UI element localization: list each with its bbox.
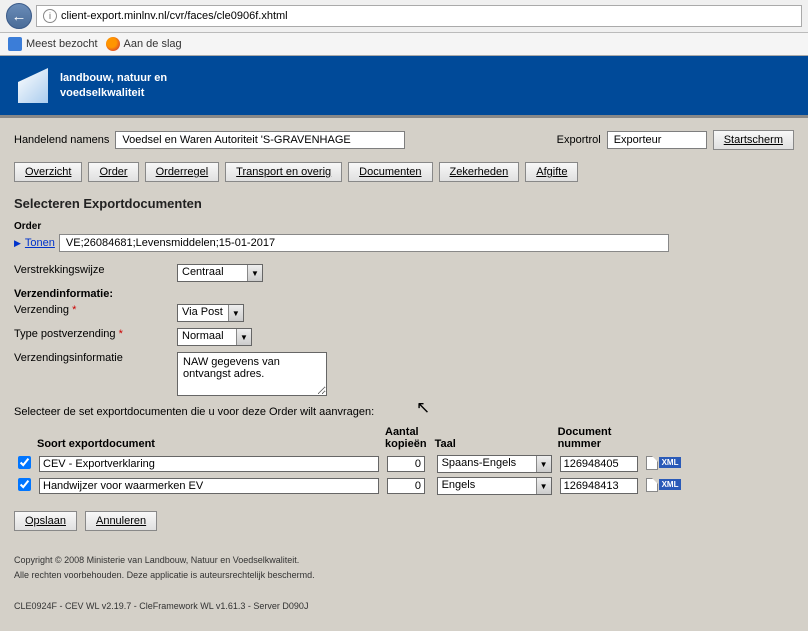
chevron-down-icon: ▼ — [228, 305, 243, 321]
handelend-value: Voedsel en Waren Autoriteit 'S-GRAVENHAG… — [115, 131, 405, 149]
verzendinfo-textarea[interactable]: NAW gegevens van ontvangst adres. — [177, 352, 327, 396]
chevron-down-icon: ▼ — [247, 265, 262, 281]
verzending-select[interactable]: Via Post ▼ — [177, 304, 244, 322]
back-button[interactable]: ← — [6, 3, 32, 29]
order-row: ▶ Tonen VE;26084681;Levensmiddelen;15-01… — [14, 234, 794, 252]
expand-icon[interactable]: ▶ — [14, 238, 21, 249]
ministry-logo — [18, 68, 48, 103]
tab-documenten[interactable]: Documenten — [348, 162, 432, 182]
verstrek-select[interactable]: Centraal ▼ — [177, 264, 263, 282]
typepost-label: Type postverzending * — [14, 328, 169, 340]
typepost-row: Type postverzending * Normaal ▼ — [14, 328, 794, 346]
tab-order[interactable]: Order — [88, 162, 138, 182]
lang-select[interactable]: Spaans-Engels▼ — [437, 455, 552, 473]
verzending-row: Verzending * Via Post ▼ — [14, 304, 794, 322]
nav-tabs: Overzicht Order Orderregel Transport en … — [14, 162, 794, 182]
tab-orderregel[interactable]: Orderregel — [145, 162, 220, 182]
url-input[interactable]: i client-export.minlnv.nl/cvr/faces/cle0… — [36, 5, 802, 27]
bookmark-getting-started[interactable]: Aan de slag — [106, 37, 182, 51]
action-buttons: Opslaan Annuleren — [14, 511, 794, 531]
chevron-down-icon: ▼ — [536, 456, 551, 472]
startscherm-button[interactable]: Startscherm — [713, 130, 794, 150]
banner-line1: landbouw, natuur en — [60, 71, 167, 85]
page-content: Handelend namens Voedsel en Waren Autori… — [0, 115, 808, 626]
doc-name[interactable]: Handwijzer voor waarmerken EV — [39, 478, 379, 494]
xml-badge: XML — [659, 479, 682, 490]
order-section-label: Order — [14, 221, 794, 232]
verzendinfo-row: Verzendingsinformatie NAW gegevens van o… — [14, 352, 794, 396]
copies-input[interactable]: 0 — [387, 456, 425, 472]
row-checkbox[interactable] — [18, 478, 31, 491]
bookmark-label: Aan de slag — [124, 38, 182, 50]
docnum: 126948413 — [560, 478, 638, 494]
browser-chrome: ← i client-export.minlnv.nl/cvr/faces/cl… — [0, 0, 808, 56]
document-icon — [646, 478, 658, 492]
exportrol-value: Exporteur — [607, 131, 707, 149]
col-docnum: Documentnummer — [556, 424, 642, 453]
opslaan-button[interactable]: Opslaan — [14, 511, 77, 531]
annuleren-button[interactable]: Annuleren — [85, 511, 157, 531]
context-row: Handelend namens Voedsel en Waren Autori… — [14, 130, 794, 150]
tonen-link[interactable]: Tonen — [25, 237, 55, 249]
row-checkbox[interactable] — [18, 456, 31, 469]
url-bar: ← i client-export.minlnv.nl/cvr/faces/cl… — [0, 0, 808, 33]
bookmark-most-visited[interactable]: Meest bezocht — [8, 37, 98, 51]
lang-value: Spaans-Engels — [437, 455, 552, 473]
firefox-icon — [106, 37, 120, 51]
tab-zekerheden[interactable]: Zekerheden — [439, 162, 520, 182]
docnum: 126948405 — [560, 456, 638, 472]
banner-text: landbouw, natuur en voedselkwaliteit — [60, 71, 167, 100]
xml-link[interactable]: XML — [646, 456, 682, 470]
instruction-text: Selecteer de set exportdocumenten die u … — [14, 406, 794, 418]
col-soort: Soort exportdocument — [35, 424, 383, 453]
page-footer: Copyright © 2008 Ministerie van Landbouw… — [14, 553, 794, 614]
lang-select[interactable]: Engels▼ — [437, 477, 552, 495]
exportrol-label: Exportrol — [557, 134, 601, 146]
document-icon — [646, 456, 658, 470]
col-taal: Taal — [433, 424, 556, 453]
footer-version: CLE0924F - CEV WL v2.19.7 - CleFramework… — [14, 599, 794, 614]
copies-input[interactable]: 0 — [387, 478, 425, 494]
verzending-label: Verzending * — [14, 304, 169, 316]
chevron-down-icon: ▼ — [236, 329, 251, 345]
chevron-down-icon: ▼ — [536, 478, 551, 494]
tab-transport[interactable]: Transport en overig — [225, 162, 342, 182]
handelend-label: Handelend namens — [14, 134, 109, 146]
verzendinfo-heading: Verzendinformatie: — [14, 288, 794, 300]
most-visited-icon — [8, 37, 22, 51]
order-value: VE;26084681;Levensmiddelen;15-01-2017 — [59, 234, 669, 252]
table-row: CEV - Exportverklaring 0 Spaans-Engels▼ … — [14, 453, 685, 475]
info-icon: i — [43, 9, 57, 23]
bookmark-label: Meest bezocht — [26, 38, 98, 50]
tab-overzicht[interactable]: Overzicht — [14, 162, 82, 182]
lang-value: Engels — [437, 477, 552, 495]
verstrekkingswijze-row: Verstrekkingswijze Centraal ▼ — [14, 264, 794, 282]
xml-link[interactable]: XML — [646, 478, 682, 492]
typepost-select[interactable]: Normaal ▼ — [177, 328, 252, 346]
url-text: client-export.minlnv.nl/cvr/faces/cle090… — [61, 10, 288, 22]
site-banner: landbouw, natuur en voedselkwaliteit — [0, 56, 808, 115]
banner-line2: voedselkwaliteit — [60, 86, 167, 100]
col-aantal: Aantalkopieën — [383, 424, 433, 453]
verzendinfo-label: Verzendingsinformatie — [14, 352, 169, 364]
doc-name[interactable]: CEV - Exportverklaring — [39, 456, 379, 472]
bookmarks-bar: Meest bezocht Aan de slag — [0, 33, 808, 55]
table-row: Handwijzer voor waarmerken EV 0 Engels▼ … — [14, 475, 685, 497]
footer-copyright: Copyright © 2008 Ministerie van Landbouw… — [14, 553, 794, 568]
documents-table: Soort exportdocument Aantalkopieën Taal … — [14, 424, 685, 497]
page-title: Selecteren Exportdocumenten — [14, 196, 794, 211]
verstrek-label: Verstrekkingswijze — [14, 264, 169, 276]
tab-afgifte[interactable]: Afgifte — [525, 162, 578, 182]
footer-rights: Alle rechten voorbehouden. Deze applicat… — [14, 568, 794, 583]
xml-badge: XML — [659, 457, 682, 468]
